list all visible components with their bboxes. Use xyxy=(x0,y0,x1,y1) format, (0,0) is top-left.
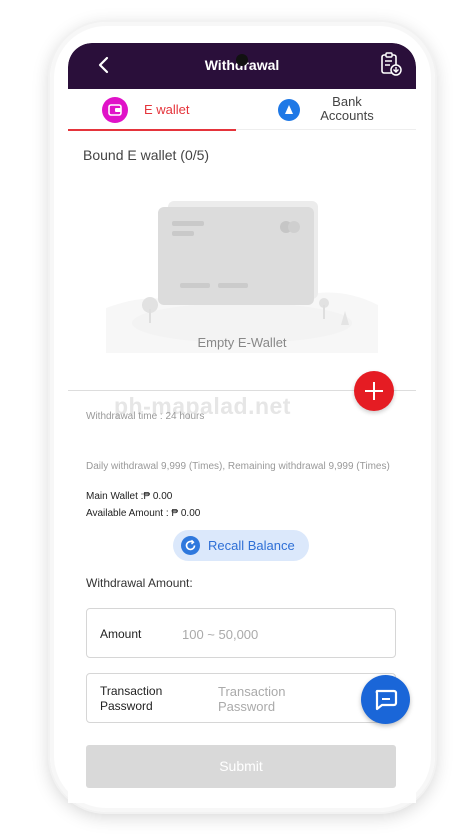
withdrawal-amount-heading: Withdrawal Amount: xyxy=(86,576,193,590)
withdrawal-history-button[interactable] xyxy=(380,52,402,76)
wallet-icon xyxy=(102,97,128,123)
tab-bank-accounts-label: Bank Accounts xyxy=(320,94,374,123)
clipboard-download-icon xyxy=(381,52,402,76)
live-chat-button[interactable] xyxy=(361,675,410,724)
transaction-password-field: Transaction Password Transaction Passwor… xyxy=(86,673,396,723)
transaction-password-input[interactable]: Transaction Password xyxy=(218,684,328,714)
amount-label: Amount xyxy=(100,627,142,641)
submit-button[interactable]: Submit xyxy=(86,745,396,788)
empty-card-illustration xyxy=(106,201,378,353)
amount-field: Amount xyxy=(86,608,396,658)
transaction-password-label: Transaction Password xyxy=(100,684,163,713)
recall-balance-label: Recall Balance xyxy=(208,538,295,553)
bound-ewallet-title: Bound E wallet (0/5) xyxy=(83,147,210,163)
withdrawal-tabs: E wallet Bank Accounts xyxy=(68,89,416,131)
bank-icon xyxy=(278,99,300,121)
tab-e-wallet-label: E wallet xyxy=(144,102,190,117)
main-wallet-balance: Main Wallet :₱ 0.00 xyxy=(86,491,173,502)
add-ewallet-button[interactable] xyxy=(354,371,394,411)
refresh-icon xyxy=(181,536,200,555)
tab-e-wallet[interactable]: E wallet xyxy=(68,89,236,131)
header-bar: Withdrawal xyxy=(68,43,416,89)
withdrawal-time-text: Withdrawal time : 24 hours xyxy=(86,411,205,422)
tab-bank-accounts[interactable]: Bank Accounts xyxy=(248,89,416,129)
amount-input[interactable] xyxy=(180,624,384,644)
empty-ewallet-text: Empty E-Wallet xyxy=(197,335,287,350)
chat-bubble-icon xyxy=(375,689,398,711)
recall-balance-button[interactable]: Recall Balance xyxy=(173,530,309,561)
available-amount: Available Amount : ₱ 0.00 xyxy=(86,508,201,519)
daily-withdrawal-text: Daily withdrawal 9,999 (Times), Remainin… xyxy=(86,461,390,472)
camera-notch xyxy=(236,54,248,66)
app-screen: Withdrawal E wallet xyxy=(68,43,416,803)
